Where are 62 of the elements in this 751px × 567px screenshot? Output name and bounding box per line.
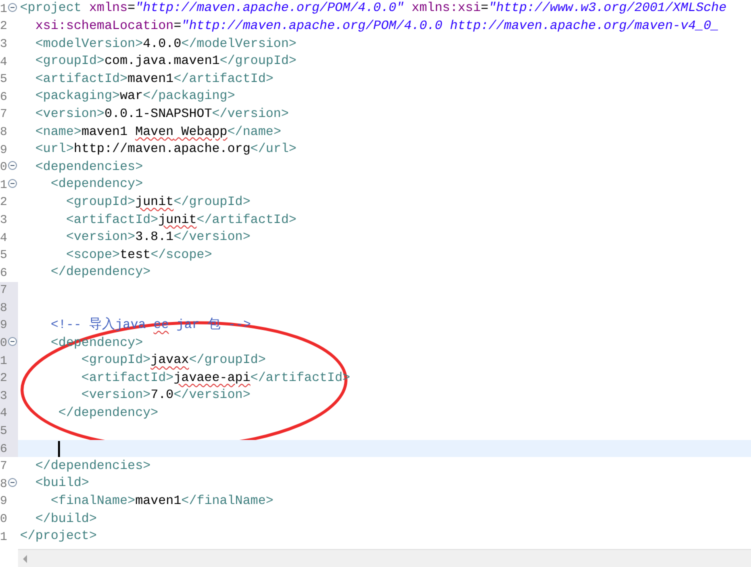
line-number: 6 [0,90,8,103]
line-number: 8 [0,478,8,490]
collapse-icon[interactable] [8,3,17,12]
line-number: 4 [0,56,8,68]
line-number: 7 [0,284,8,296]
code-line: <build> [34,477,90,490]
code-line: <modelVersion>4.0.0</modelVersion> [34,38,296,50]
code-line: </dependencies> [34,460,151,473]
line-number: 6 [0,442,8,455]
code-line: <url>http://maven.apache.org</url> [34,143,296,156]
code-line: <groupId>junit</groupId> [65,196,250,209]
code-line: xsi:schemaLocation="http://maven.apache.org/POM/4.0.0 http://maven.apache.org/maven-v4_0_ [34,20,719,33]
line-number: 1 [0,2,8,15]
collapse-icon[interactable] [8,337,17,346]
line-number: 4 [0,232,8,244]
line-number: 5 [0,425,8,438]
code-line: <packaging>war</packaging> [34,90,236,104]
line-number: 3 [0,214,8,226]
code-line: <scope>test</scope> [65,248,212,262]
line-number: 8 [0,126,8,138]
line-number: 0 [0,513,8,526]
line-number: 5 [0,73,8,86]
code-line: <project xmlns="http://maven.apache.org/POM/4.0.0" xmlns:xsi="http://www.w3.org/2001/XMLSche [20,2,727,16]
line-number: 1 [0,354,8,367]
collapse-icon[interactable] [8,478,17,488]
line-number: 8 [0,302,8,314]
code-line: <version>0.0.1-SNAPSHOT</version> [34,108,289,121]
code-line: <groupId>javax</groupId> [80,354,266,368]
code-line: </dependency> [50,266,151,280]
code-line: <version>3.8.1</version> [65,231,250,244]
line-number: 4 [0,407,8,420]
line-number: 1 [0,530,8,543]
code-line: <dependency> [50,178,143,192]
line-number: 3 [0,390,8,402]
line-number: 2 [0,196,8,208]
text-cursor [58,440,60,457]
code-line: <artifactId>junit</artifactId> [65,214,296,226]
line-number: 7 [0,108,8,120]
line-number: 0 [0,161,8,174]
line-number: 9 [0,495,8,508]
collapse-icon[interactable] [8,161,17,170]
line-number: 2 [0,372,8,384]
code-line: <name>maven1 Maven Webapp</name> [34,126,282,138]
line-number: 5 [0,249,8,262]
code-line: <finalName>maven1</finalName> [50,495,274,508]
line-number: 7 [0,460,8,472]
line-number: 1 [0,178,8,191]
line-number: 9 [0,144,8,156]
line-number: 3 [0,38,8,50]
code-line: <groupId>com.java.maven1</groupId> [34,55,296,68]
line-number: 2 [0,20,8,32]
code-line: <artifactId>maven1</artifactId> [34,72,274,86]
line-number: 9 [0,319,8,332]
collapse-icon[interactable] [8,178,17,188]
code-line: <dependencies> [34,160,143,174]
line-number: 0 [0,337,8,350]
line-number: 6 [0,266,8,279]
code-line: </project> [20,530,97,543]
code-line: </dependency> [57,407,158,420]
code-line: </build> [34,512,97,526]
code-line: <version>7.0</version> [80,389,250,402]
horizontal-scrollbar[interactable] [18,549,751,567]
